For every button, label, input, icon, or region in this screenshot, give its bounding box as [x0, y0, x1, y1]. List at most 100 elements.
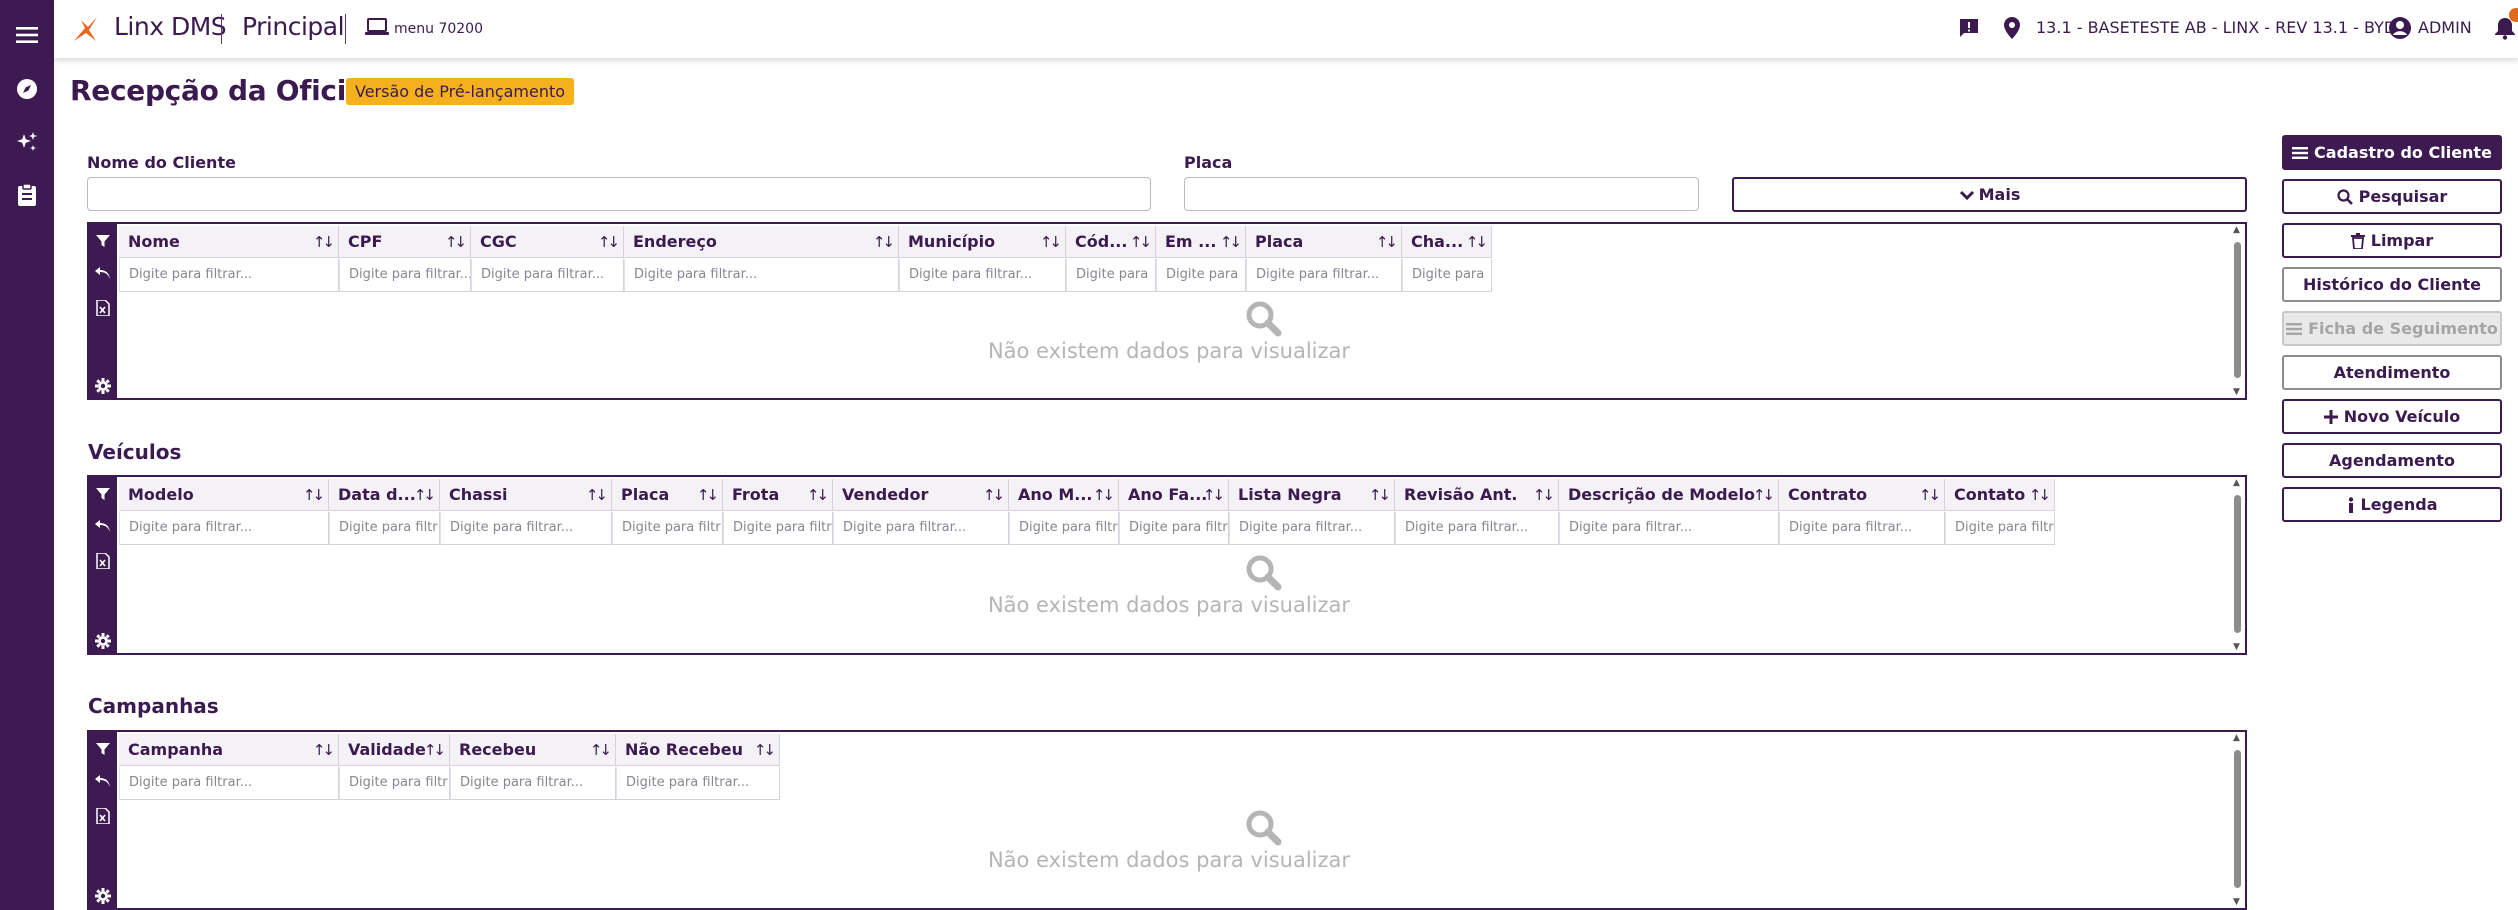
legend-button[interactable]: Legenda	[2282, 487, 2502, 522]
client-name-input[interactable]	[87, 177, 1151, 211]
column-filter-input[interactable]: Digite para filtrar...	[624, 259, 899, 292]
user-name[interactable]: ADMIN	[2418, 18, 2472, 37]
column-filter-input[interactable]: Digite para	[1156, 259, 1246, 292]
column-filter-input[interactable]: Digite para	[1402, 259, 1492, 292]
column-filter-input[interactable]: Digite para filtrar...	[1246, 259, 1402, 292]
sort-icon[interactable]: ↑↓	[303, 479, 325, 510]
column-filter-input[interactable]: Digite para filtr	[612, 512, 723, 545]
column-filter-input[interactable]: Digite para filtrar...	[1559, 512, 1779, 545]
column-filter-input[interactable]: Digite para filtr	[723, 512, 833, 545]
column-header[interactable]: CGC ↑↓	[471, 226, 624, 258]
sort-icon[interactable]: ↑↓	[1466, 226, 1488, 257]
more-filters-button[interactable]: Mais	[1732, 177, 2247, 212]
column-filter-input[interactable]: Digite para filtrar...	[440, 512, 612, 545]
column-filter-input[interactable]: Digite para filtrar...	[1229, 512, 1395, 545]
gear-icon[interactable]	[89, 633, 117, 649]
column-header[interactable]: Contrato ↑↓	[1779, 479, 1945, 511]
excel-export-icon[interactable]	[89, 553, 117, 569]
undo-icon[interactable]	[89, 519, 117, 533]
column-header[interactable]: Não Recebeu ↑↓	[616, 734, 780, 766]
column-header[interactable]: Data d... ↑↓	[329, 479, 440, 511]
sort-icon[interactable]: ↑↓	[590, 734, 612, 765]
sort-icon[interactable]: ↑↓	[1919, 479, 1941, 510]
column-header[interactable]: Endereço ↑↓	[624, 226, 899, 258]
filter-icon[interactable]	[89, 487, 117, 501]
column-header[interactable]: Placa ↑↓	[1246, 226, 1402, 258]
sort-icon[interactable]: ↑↓	[1533, 479, 1555, 510]
grid-scrollbar[interactable]: ▲ ▼	[2231, 477, 2245, 653]
column-filter-input[interactable]: Digite para filtrar...	[119, 767, 339, 800]
column-header[interactable]: Modelo ↑↓	[119, 479, 329, 511]
sort-icon[interactable]: ↑↓	[1093, 479, 1115, 510]
column-filter-input[interactable]: Digite para filtrar...	[450, 767, 616, 800]
user-avatar-icon[interactable]	[2388, 16, 2412, 40]
column-filter-input[interactable]: Digite para filtrar...	[616, 767, 780, 800]
column-header[interactable]: Validade ↑↓	[339, 734, 450, 766]
grid-scrollbar[interactable]: ▲ ▼	[2231, 224, 2245, 398]
new-vehicle-button[interactable]: Novo Veículo	[2282, 399, 2502, 434]
environment-label[interactable]: 13.1 - BASETESTE AB - LINX - REV 13.1 - …	[2036, 18, 2396, 37]
sort-icon[interactable]: ↑↓	[983, 479, 1005, 510]
filter-icon[interactable]	[89, 742, 117, 756]
undo-icon[interactable]	[89, 266, 117, 280]
sort-icon[interactable]: ↑↓	[1130, 226, 1152, 257]
sort-icon[interactable]: ↑↓	[445, 226, 467, 257]
feedback-icon[interactable]	[1958, 17, 1980, 39]
column-header[interactable]: Nome ↑↓	[119, 226, 339, 258]
sort-icon[interactable]: ↑↓	[2029, 479, 2051, 510]
sort-icon[interactable]: ↑↓	[1203, 479, 1225, 510]
column-header[interactable]: Cód... ↑↓	[1066, 226, 1156, 258]
column-filter-input[interactable]: Digite para filtrar...	[833, 512, 1009, 545]
gear-icon[interactable]	[89, 888, 117, 904]
column-header[interactable]: Placa ↑↓	[612, 479, 723, 511]
clear-button[interactable]: Limpar	[2282, 223, 2502, 258]
column-header[interactable]: Vendedor ↑↓	[833, 479, 1009, 511]
hamburger-menu-icon[interactable]	[0, 20, 54, 50]
compass-icon[interactable]	[0, 74, 54, 104]
column-header[interactable]: Lista Negra ↑↓	[1229, 479, 1395, 511]
sparkles-icon[interactable]	[0, 127, 54, 157]
column-filter-input[interactable]: Digite para filtrar...	[471, 259, 624, 292]
sort-icon[interactable]: ↑↓	[697, 479, 719, 510]
column-header[interactable]: Campanha ↑↓	[119, 734, 339, 766]
customer-register-button[interactable]: Cadastro do Cliente	[2282, 135, 2502, 170]
column-header[interactable]: Ano Fa... ↑↓	[1119, 479, 1229, 511]
location-pin-icon[interactable]	[2003, 16, 2021, 40]
filter-icon[interactable]	[89, 234, 117, 248]
plate-input[interactable]	[1184, 177, 1699, 211]
column-header[interactable]: Município ↑↓	[899, 226, 1066, 258]
sort-icon[interactable]: ↑↓	[1040, 226, 1062, 257]
gear-icon[interactable]	[89, 378, 117, 394]
excel-export-icon[interactable]	[89, 808, 117, 824]
column-header[interactable]: Descrição de Modelo ↑↓	[1559, 479, 1779, 511]
column-filter-input[interactable]: Digite para filtr	[1119, 512, 1229, 545]
column-header[interactable]: Cha... ↑↓	[1402, 226, 1492, 258]
column-filter-input[interactable]: Digite para filtr	[329, 512, 440, 545]
sort-icon[interactable]: ↑↓	[313, 226, 335, 257]
column-filter-input[interactable]: Digite para filtr	[339, 767, 450, 800]
column-header[interactable]: Frota ↑↓	[723, 479, 833, 511]
column-header[interactable]: Revisão Ant. ↑↓	[1395, 479, 1559, 511]
sort-icon[interactable]: ↑↓	[313, 734, 335, 765]
column-header[interactable]: Chassi ↑↓	[440, 479, 612, 511]
column-filter-input[interactable]: Digite para filtrar...	[899, 259, 1066, 292]
column-filter-input[interactable]: Digite para filtrar...	[119, 259, 339, 292]
clipboard-icon[interactable]	[0, 180, 54, 210]
column-filter-input[interactable]: Digite para filtr	[1009, 512, 1119, 545]
sort-icon[interactable]: ↑↓	[807, 479, 829, 510]
sort-icon[interactable]: ↑↓	[873, 226, 895, 257]
tracking-sheet-button[interactable]: Ficha de Seguimento	[2282, 311, 2502, 346]
sort-icon[interactable]: ↑↓	[598, 226, 620, 257]
scheduling-button[interactable]: Agendamento	[2282, 443, 2502, 478]
sort-icon[interactable]: ↑↓	[586, 479, 608, 510]
sort-icon[interactable]: ↑↓	[754, 734, 776, 765]
column-filter-input[interactable]: Digite para	[1066, 259, 1156, 292]
column-header[interactable]: Contato ↑↓	[1945, 479, 2055, 511]
column-header[interactable]: Em ... ↑↓	[1156, 226, 1246, 258]
customer-history-button[interactable]: Histórico do Cliente	[2282, 267, 2502, 302]
column-filter-input[interactable]: Digite para filtrar...	[119, 512, 329, 545]
column-filter-input[interactable]: Digite para filtrar...	[339, 259, 471, 292]
grid-scrollbar[interactable]: ▲ ▼	[2231, 732, 2245, 908]
sort-icon[interactable]: ↑↓	[1369, 479, 1391, 510]
excel-export-icon[interactable]	[89, 300, 117, 316]
